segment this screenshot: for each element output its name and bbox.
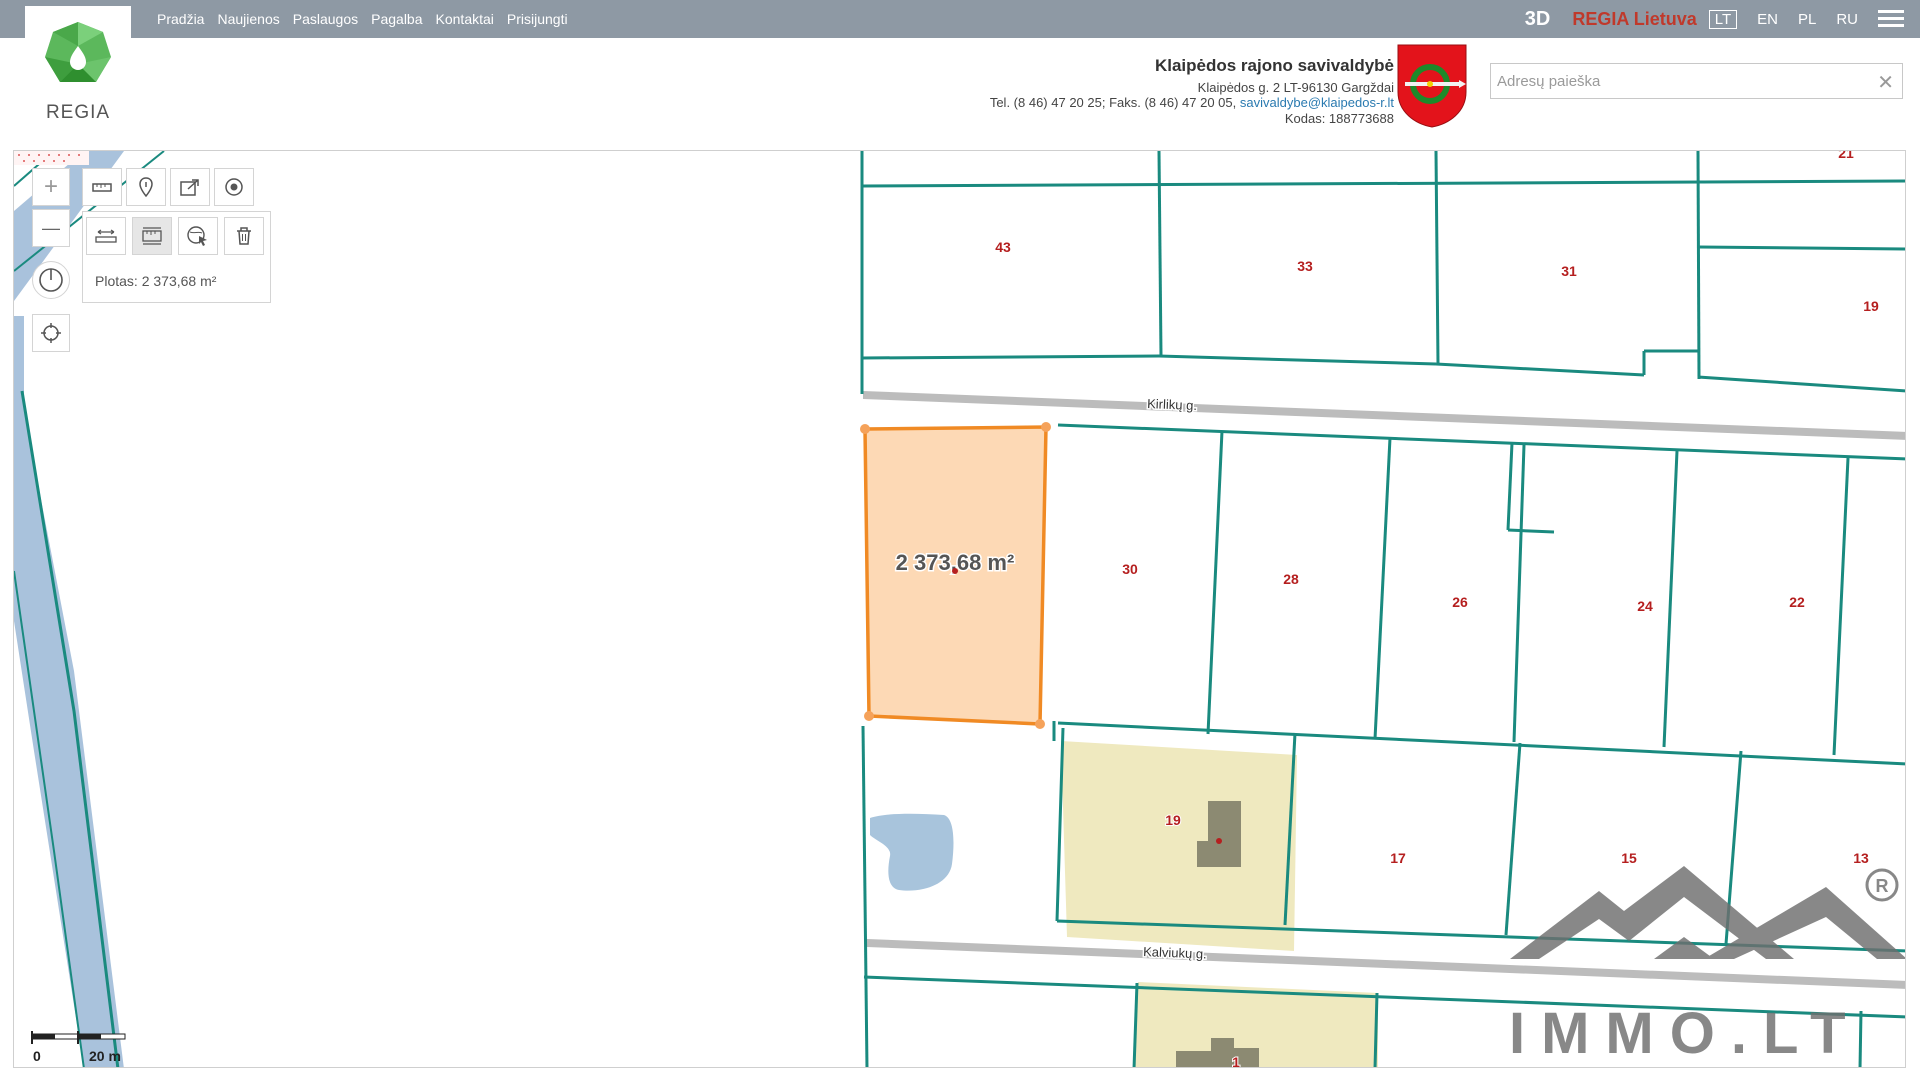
map-view[interactable]: 2 373,68 m² 43 33 31 19 21 30 28 26 24 2… (13, 150, 1906, 1068)
measure-distance-icon (95, 229, 117, 243)
parcel-number: 21 (1838, 151, 1854, 161)
measure-area-icon (142, 227, 162, 245)
3d-button[interactable]: 3D (1525, 8, 1551, 31)
hamburger-menu-icon[interactable] (1878, 9, 1904, 29)
top-right-controls: 3D REGIA Lietuva LT EN PL RU (1525, 0, 1920, 38)
selected-parcel[interactable] (863, 425, 1048, 726)
trash-icon (237, 227, 251, 245)
zoom-out-button[interactable]: — (32, 209, 70, 247)
parcel-number: 28 (1283, 571, 1299, 587)
municipality-code: Kodas: 188773688 (1284, 110, 1394, 126)
nav-pradzia[interactable]: Pradžia (157, 11, 204, 27)
minus-icon: — (42, 217, 60, 238)
scale-distance: 20 m (89, 1048, 121, 1064)
globe-cursor-icon (187, 226, 207, 246)
house-marker (1216, 838, 1222, 844)
identify-tool-button[interactable] (214, 168, 254, 206)
nav-kontaktai[interactable]: Kontaktai (436, 11, 494, 27)
measure-tool-button[interactable] (82, 168, 122, 206)
parcel-number: 1 (1232, 1054, 1240, 1068)
compass-icon (39, 268, 63, 292)
municipality-address: Klaipėdos g. 2 LT-96130 Gargždai (1197, 79, 1394, 95)
main-nav: Pradžia Naujienos Paslaugos Pagalba Kont… (157, 0, 581, 38)
municipality-contacts: Tel. (8 46) 47 20 25; Faks. (8 46) 47 20… (990, 95, 1394, 111)
lang-ru[interactable]: RU (1836, 11, 1858, 28)
parcel-number: 31 (1561, 263, 1577, 279)
measure-distance-button[interactable] (86, 217, 126, 255)
nav-naujienos[interactable]: Naujienos (217, 11, 279, 27)
locate-me-button[interactable] (32, 314, 70, 352)
clear-search-icon[interactable]: ✕ (1877, 70, 1894, 95)
parcel-centroid (952, 568, 958, 574)
parcel-number: 26 (1452, 594, 1468, 610)
measured-area-text: Plotas: 2 373,68 m² (95, 273, 217, 289)
svg-text:R: R (1876, 876, 1889, 896)
delete-measure-button[interactable] (224, 217, 264, 255)
parcel-number: 19 (1165, 812, 1181, 828)
top-bar: Pradžia Naujienos Paslaugos Pagalba Kont… (0, 0, 1920, 38)
municipality-info: Klaipėdos rajono savivaldybė Klaipėdos g… (990, 56, 1394, 126)
parcel-number: 24 (1637, 598, 1653, 614)
parcel-number: 30 (1122, 561, 1138, 577)
plus-icon: + (43, 173, 58, 200)
watermark-text: IMMO.LT (1509, 1001, 1862, 1066)
parcel-number: 33 (1297, 258, 1313, 274)
ruler-icon (92, 183, 112, 192)
building-yard (1061, 741, 1297, 951)
logo-text: REGIA (45, 102, 111, 123)
phone-fax: Tel. (8 46) 47 20 25; Faks. (8 46) 47 20… (989, 95, 1237, 110)
water-pond (870, 813, 954, 891)
share-tool-button[interactable] (170, 168, 210, 206)
zoom-in-button[interactable]: + (32, 168, 70, 206)
nav-prisijungti[interactable]: Prisijungti (507, 11, 568, 27)
address-search: ✕ (1490, 63, 1903, 99)
regia-lietuva-link[interactable]: REGIA Lietuva (1572, 9, 1696, 30)
municipality-name: Klaipėdos rajono savivaldybė (1154, 56, 1394, 75)
lang-en[interactable]: EN (1757, 11, 1778, 28)
address-search-input[interactable] (1491, 64, 1873, 98)
rotate-north-button[interactable] (32, 261, 70, 299)
street-name: Kirlikų g. (1147, 396, 1197, 413)
parcel-number: 19 (1863, 298, 1879, 314)
scale-zero: 0 (33, 1048, 41, 1064)
regia-logo[interactable]: REGIA (25, 6, 131, 124)
target-icon (225, 178, 243, 196)
email-link[interactable]: savivaldybe@klaipedos-r.lt (1240, 95, 1394, 110)
lang-lt[interactable]: LT (1708, 9, 1738, 29)
nav-paslaugos[interactable]: Paslaugos (293, 11, 358, 27)
parcel-number: 13 (1853, 850, 1869, 866)
map-canvas[interactable]: 2 373,68 m² 43 33 31 19 21 30 28 26 24 2… (14, 151, 1906, 1068)
lang-pl[interactable]: PL (1798, 11, 1816, 28)
immo-lt-watermark: IMMO.LT R (1509, 866, 1905, 1066)
marker-tool-button[interactable] (126, 168, 166, 206)
street-name: Kalviukų g. (1143, 944, 1207, 962)
measure-area-button[interactable] (132, 217, 172, 255)
nav-pagalba[interactable]: Pagalba (371, 11, 422, 27)
map-pin-icon (139, 177, 153, 198)
crosshair-icon (41, 323, 61, 343)
map-dotted-area (14, 151, 89, 165)
coat-of-arms-icon (1397, 44, 1467, 128)
parcel-number: 43 (995, 239, 1011, 255)
parcel-number: 17 (1390, 850, 1406, 866)
share-icon (180, 179, 199, 196)
parcel-number: 15 (1621, 850, 1637, 866)
measure-select-button[interactable] (178, 217, 218, 255)
parcel-number: 22 (1789, 594, 1805, 610)
regia-logo-icon (45, 22, 111, 82)
